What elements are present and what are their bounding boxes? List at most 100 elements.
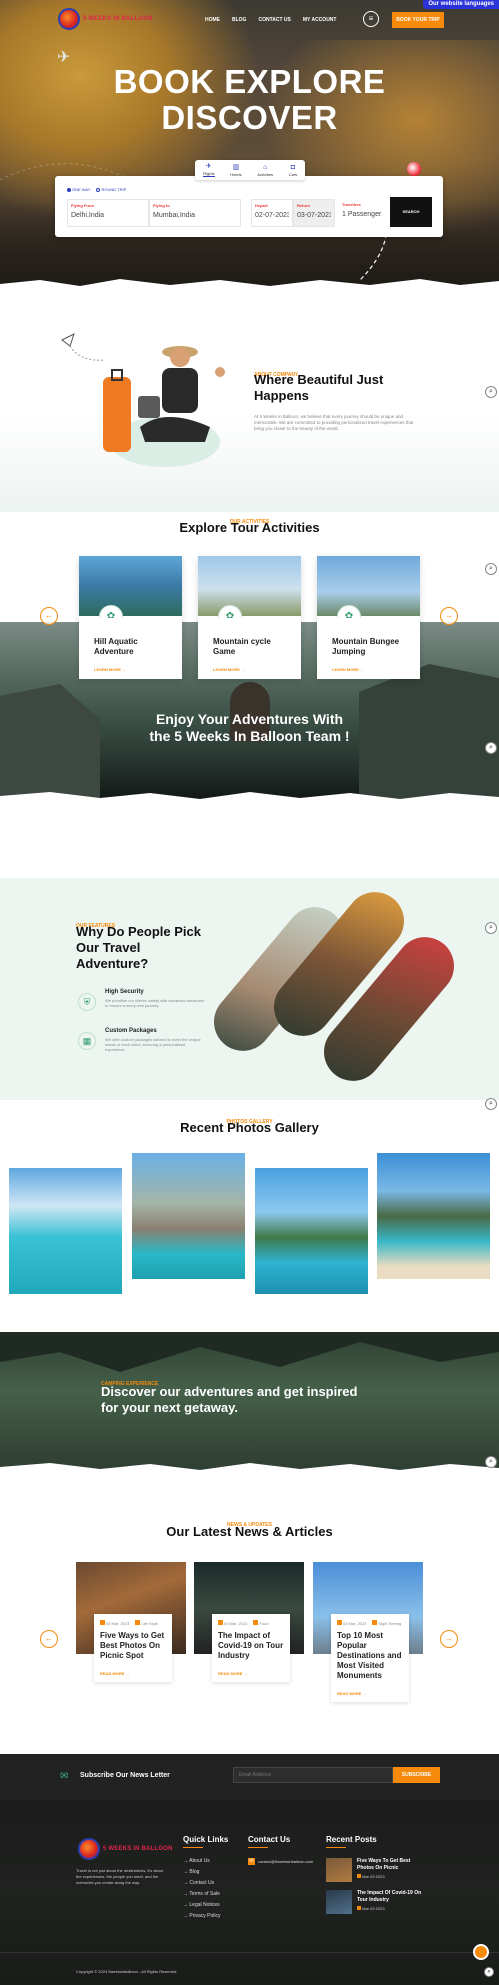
zoom-icon[interactable]: ⌕ — [485, 386, 497, 398]
news-card[interactable]: 03 Mar, 2023 Sight Seeing Top 10 Most Pop… — [313, 1562, 423, 1702]
main-menu: HOME BLOG CONTACT US MY ACCOUNT — [205, 17, 336, 23]
return-field[interactable]: Return 03-07-2023 — [293, 199, 335, 227]
recent-post[interactable]: Five Ways To Get Best Photos On Picnic M… — [326, 1858, 427, 1882]
gallery-photo[interactable] — [377, 1153, 490, 1279]
search-card: ONE WAY ROUND TRIP Flying From Delhi,Indi… — [55, 176, 443, 237]
gallery-title: Recent Photos Gallery — [180, 1120, 319, 1135]
language-badge[interactable]: Our website languages — [423, 0, 499, 9]
next-arrow-button[interactable]: → — [440, 607, 458, 625]
footer-link-about[interactable]: About Us — [183, 1858, 228, 1864]
tab-flights[interactable]: ✈ Flights — [202, 163, 215, 177]
news-title: Our Latest News & Articles — [166, 1524, 333, 1539]
subscribe-button[interactable]: SUBSCRIBE — [393, 1767, 440, 1783]
recent-posts-title: Recent Posts — [326, 1835, 377, 1844]
hero-decoration — [0, 163, 499, 292]
nav-contact[interactable]: CONTACT US — [258, 17, 290, 23]
footer-link-blog[interactable]: Blog — [183, 1869, 228, 1875]
contact-email[interactable]: contact@5weeksinballoon.com — [258, 1859, 313, 1864]
learn-more-link[interactable]: LEARN MORE → — [213, 667, 286, 672]
plane-doodle-icon: ✈ — [57, 49, 71, 66]
activity-card[interactable]: ✿ Mountain cycle Game LEARN MORE → — [198, 556, 301, 679]
depart-field[interactable]: Depart 02-07-2023 — [251, 199, 293, 227]
shield-icon: ⛨ — [78, 993, 96, 1011]
mail-icon: ✉ — [60, 1771, 69, 1782]
tab-cars[interactable]: ◘ Cars — [289, 164, 297, 177]
footer-about: Travel is not just about the destination… — [76, 1868, 164, 1885]
activity-card[interactable]: ✿ Hill Aquatic Adventure LEARN MORE → — [79, 556, 182, 679]
site-logo[interactable]: 5 WEEKS IN BALLOON — [58, 8, 153, 30]
flying-to-field[interactable]: Flying to Mumbai,India — [149, 199, 241, 227]
tab-activities[interactable]: ⌂ Activities — [257, 164, 273, 177]
quick-links-title: Quick Links — [183, 1835, 229, 1844]
recent-post[interactable]: The Impact Of Covid-19 On Tour Industry … — [326, 1890, 427, 1914]
discover-title: Discover our adventures and get inspired… — [101, 1384, 358, 1415]
car-icon: ◘ — [290, 163, 296, 171]
feature-item: Custom Packages We offer custom packages… — [105, 1028, 201, 1052]
about-text: At 5 Weeks in Balloon, we believe that e… — [254, 414, 414, 431]
about-section: ABOUT COMPANY Where Beautiful Just Happen… — [0, 292, 499, 512]
flying-from-field[interactable]: Flying From Delhi,India — [67, 199, 149, 227]
news-next-button[interactable]: → — [440, 1630, 458, 1648]
footer-link-privacy[interactable]: Privacy Policy — [183, 1913, 228, 1919]
email-icon: ✉ — [248, 1858, 255, 1865]
discover-banner: CAMPING EXPERIENCE Discover our adventur… — [0, 1332, 499, 1477]
trip-one-way[interactable]: ONE WAY — [67, 187, 90, 192]
nav-account[interactable]: MY ACCOUNT — [303, 17, 337, 23]
read-more-link[interactable]: READ MORE → — [337, 1691, 403, 1696]
nav-home[interactable]: HOME — [205, 17, 220, 23]
hotel-icon: ▥ — [232, 163, 240, 171]
chat-icon[interactable] — [473, 1944, 489, 1960]
book-trip-button[interactable]: BOOK YOUR TRIP — [392, 12, 444, 28]
newsletter-label: Subscribe Our News Letter — [80, 1772, 170, 1779]
hero-title: BOOK EXPLORE DISCOVER — [113, 63, 386, 136]
footer-link-legal[interactable]: Legal Notices — [183, 1902, 228, 1908]
prev-arrow-button[interactable]: ← — [40, 607, 58, 625]
gallery-photo[interactable] — [255, 1168, 368, 1294]
trip-type: ONE WAY ROUND TRIP — [67, 187, 126, 192]
trip-round[interactable]: ROUND TRIP — [96, 187, 126, 192]
contact-title: Contact Us — [248, 1835, 291, 1844]
gallery-photo[interactable] — [132, 1153, 245, 1279]
traveller-illustration — [103, 346, 225, 467]
friends-photo-collage — [202, 880, 466, 1099]
zoom-icon[interactable]: ⌕ — [485, 563, 497, 575]
activity-icon: ⌂ — [263, 163, 268, 171]
zoom-icon[interactable]: ⌕ — [485, 922, 497, 934]
news-card[interactable]: 03 Mar, 2023 Life Style Five Ways to Get … — [76, 1562, 186, 1700]
tab-hotels[interactable]: ▥ Hotels — [230, 164, 241, 177]
about-title: Where Beautiful Just Happens — [254, 372, 384, 403]
logo-text: 5 WEEKS IN BALLOON — [83, 16, 153, 22]
read-more-link[interactable]: READ MORE → — [100, 1671, 166, 1676]
learn-more-link[interactable]: LEARN MORE → — [332, 667, 405, 672]
gallery-photo[interactable] — [9, 1168, 122, 1294]
newsletter-email-input[interactable] — [233, 1767, 393, 1783]
search-button[interactable]: SEARCH — [390, 197, 432, 227]
nav-blog[interactable]: BLOG — [232, 17, 246, 23]
hamburger-menu-icon[interactable]: ≡ — [363, 11, 379, 27]
zoom-icon[interactable]: ⌕ — [484, 1967, 494, 1977]
balloon-logo-icon — [58, 8, 80, 30]
search-tabs: ✈ Flights ▥ Hotels ⌂ Activities ◘ Cars — [195, 160, 305, 180]
activity-image — [79, 556, 182, 616]
copyright: Copyright © 2024 5weeksinballoon - All R… — [76, 1969, 178, 1974]
footer-logo[interactable]: 5 WEEKS IN BALLOON — [78, 1838, 173, 1860]
zoom-icon[interactable]: ⌕ — [485, 1098, 497, 1110]
plane-icon: ✈ — [205, 163, 212, 170]
balloon-logo-icon — [78, 1838, 100, 1860]
news-card[interactable]: 03 Mar, 2023 Food The Impact of Covid-19 … — [194, 1562, 304, 1700]
package-icon: ▦ — [78, 1032, 96, 1050]
read-more-link[interactable]: READ MORE → — [218, 1671, 284, 1676]
activity-image — [198, 556, 301, 616]
feature-item: High Security We prioritize our clients'… — [105, 989, 205, 1008]
footer-link-contact[interactable]: Contact Us — [183, 1880, 228, 1886]
zoom-icon[interactable]: ⌕ — [485, 1456, 497, 1468]
footer-link-terms[interactable]: Terms of Sale — [183, 1891, 228, 1897]
hero-section — [0, 0, 499, 292]
features-title: Why Do People Pick Our Travel Adventure? — [76, 924, 201, 971]
travellers-field[interactable]: Travellers 1 Passenger — [339, 199, 385, 227]
activity-image — [317, 556, 420, 616]
news-prev-button[interactable]: ← — [40, 1630, 58, 1648]
activity-card[interactable]: ✿ Mountain Bungee Jumping LEARN MORE → — [317, 556, 420, 679]
learn-more-link[interactable]: LEARN MORE → — [94, 667, 167, 672]
zoom-icon[interactable]: ⌕ — [485, 742, 497, 754]
